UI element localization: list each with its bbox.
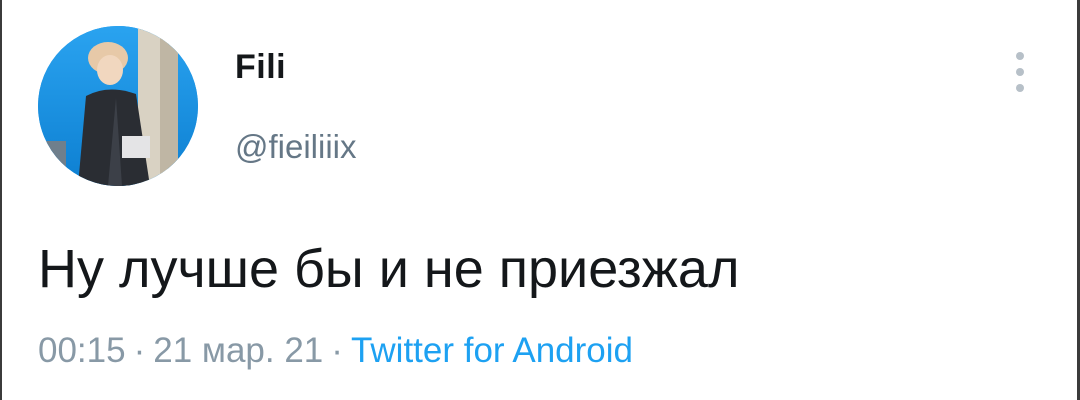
author-display-name[interactable]: Fili (235, 50, 286, 84)
tweet-text: Ну лучше бы и не приезжал (38, 239, 740, 299)
tweet-meta: 00:15 · 21 мар. 21 · Twitter for Android (38, 333, 633, 368)
dot (1016, 68, 1024, 76)
tweet-date: 21 мар. 21 (153, 331, 324, 370)
tweet-time: 00:15 (38, 331, 126, 370)
tweet-source-link[interactable]: Twitter for Android (351, 331, 633, 370)
meta-separator: · (133, 331, 146, 370)
dot (1016, 52, 1024, 60)
avatar-image (38, 26, 198, 186)
more-options-icon[interactable] (1005, 50, 1035, 94)
author-handle[interactable]: @fieiliiix (235, 130, 357, 163)
meta-separator: · (331, 331, 343, 370)
left-frame-border (0, 0, 2, 400)
dot (1016, 84, 1024, 92)
avatar[interactable] (38, 26, 198, 186)
